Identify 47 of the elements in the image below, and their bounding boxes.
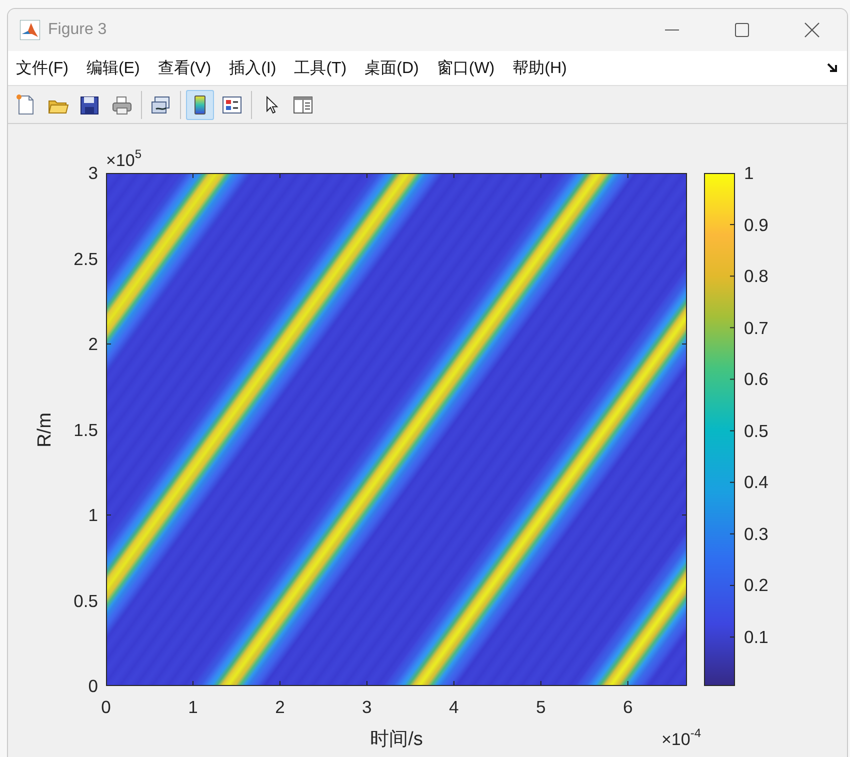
colorbar-tick-label: 0.3 <box>744 524 768 544</box>
x-tick-label: 0 <box>101 697 111 717</box>
menu-item[interactable]: 插入(I) <box>227 54 284 82</box>
y-tick-label: 0.5 <box>74 590 98 610</box>
menu-item[interactable]: 桌面(D) <box>362 54 427 82</box>
maximize-icon <box>735 23 749 37</box>
close-icon <box>804 22 820 38</box>
y-tick-label: 1.5 <box>74 420 98 440</box>
x-tick-label: 2 <box>275 697 285 717</box>
menu-item[interactable]: 查看(V) <box>156 54 220 82</box>
y-tick-label: 3 <box>88 163 98 183</box>
colorbar-tick-label: 0.8 <box>744 266 768 286</box>
menu-item[interactable]: 文件(F) <box>14 54 76 82</box>
y-tick-label: 2.5 <box>74 248 98 268</box>
colorbar-tick-label: 0.2 <box>744 575 768 596</box>
x-tick-label: 1 <box>188 697 198 717</box>
colorbar-tick-label: 0.4 <box>744 472 768 492</box>
y-tick-label: 1 <box>88 505 98 525</box>
save-icon <box>79 94 101 116</box>
y-exponent-label: ×10$^{5}$ <box>106 151 142 171</box>
y-tick-label: 2 <box>88 334 98 354</box>
window-title: Figure 3 <box>48 21 108 39</box>
colorbar-tick-label: 0.9 <box>744 214 768 235</box>
x-axis-label: 时间/s <box>370 728 423 752</box>
colorbar-tick-label: 0.7 <box>744 318 768 338</box>
x-tick-label: 3 <box>362 697 372 717</box>
linked-plot-icon <box>150 94 172 116</box>
colorbar-tick-label: 0.1 <box>744 627 768 648</box>
x-tick-label: 6 <box>622 697 633 717</box>
menu-item[interactable]: 窗口(W) <box>434 54 503 82</box>
x-tick-label: 5 <box>536 697 546 717</box>
menu-item[interactable]: 编辑(E) <box>84 54 148 82</box>
x-exponent-label: ×10$^{-4}$ <box>661 730 701 750</box>
app-logo-icon <box>20 20 40 40</box>
property-panel-icon <box>292 94 314 116</box>
x-tick-label: 4 <box>449 697 459 717</box>
menu-item[interactable]: 帮助(H) <box>510 54 575 82</box>
minimize-icon <box>665 29 679 31</box>
colorbar-tick-label: 0.6 <box>744 369 768 390</box>
y-axis-label: R/m <box>34 412 56 447</box>
printer-icon <box>111 94 133 116</box>
colorbar-tick-label: 1 <box>744 163 754 183</box>
dock-arrow-icon[interactable] <box>827 62 839 74</box>
y-tick-label: 0 <box>88 676 98 696</box>
legend-icon <box>221 94 243 116</box>
menu-item[interactable]: 工具(T) <box>292 54 355 82</box>
colorbar-tick-label: 0.5 <box>744 420 768 441</box>
